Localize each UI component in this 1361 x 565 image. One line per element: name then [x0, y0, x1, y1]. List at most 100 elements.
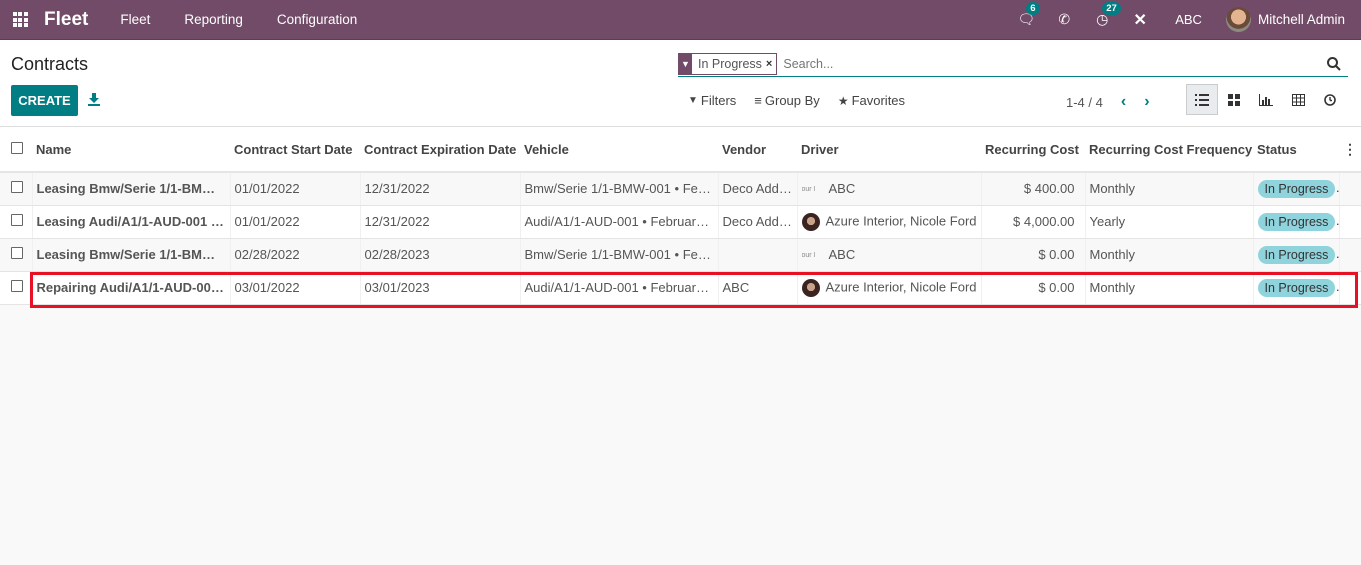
user-menu[interactable]: Mitchell Admin: [1225, 7, 1345, 32]
favorites-label: Favorites: [851, 93, 906, 108]
cell-driver[interactable]: our l ABC: [797, 172, 982, 206]
row-checkbox[interactable]: [11, 280, 23, 292]
apps-menu-button[interactable]: [0, 12, 38, 27]
cell-empty: [1339, 271, 1361, 305]
cell-recurring-cost[interactable]: $ 0.00: [981, 271, 1086, 305]
filters-button[interactable]: ▼ Filters: [688, 93, 736, 108]
kanban-icon: [1228, 93, 1240, 106]
column-name[interactable]: Name: [32, 127, 230, 173]
kanban-view-button[interactable]: [1218, 84, 1250, 115]
column-cost-frequency[interactable]: Recurring Cost Frequency: [1085, 127, 1253, 173]
cell-vehicle[interactable]: Audi/A1/1-AUD-001 • February ...: [520, 271, 719, 305]
driver-avatar: [801, 278, 820, 297]
column-expiration-label: Contract Expiration Date: [364, 141, 517, 157]
facet-remove-icon[interactable]: ×: [766, 58, 776, 70]
column-start-date[interactable]: Contract Start Date: [230, 127, 360, 173]
filter-facet[interactable]: ▼ In Progress ×: [678, 53, 778, 75]
tools-button[interactable]: ✕: [1126, 10, 1154, 30]
graph-view-button[interactable]: [1250, 84, 1282, 115]
select-all-checkbox[interactable]: [11, 141, 23, 154]
column-expiration-date[interactable]: Contract Expiration Date ▼: [360, 127, 520, 173]
cell-driver[interactable]: our l ABC: [797, 238, 982, 272]
table-row[interactable]: Repairing Audi/A1/1-AUD-001 ... 03/01/202…: [0, 271, 1361, 305]
search-input[interactable]: [783, 57, 1326, 71]
create-button[interactable]: CREATE: [11, 85, 78, 116]
search-bar: ▼ In Progress ×: [678, 52, 1348, 77]
cell-status[interactable]: In Progress .: [1253, 271, 1340, 305]
column-recurring-cost[interactable]: Recurring Cost: [981, 127, 1085, 173]
phone-button[interactable]: ✆: [1050, 11, 1078, 28]
cell-name[interactable]: Leasing Audi/A1/1-AUD-001 • ...: [32, 205, 231, 239]
messages-button[interactable]: 🗨 6: [1012, 2, 1040, 28]
cell-cost-frequency[interactable]: Monthly: [1085, 238, 1254, 272]
cell-vehicle[interactable]: Bmw/Serie 1/1-BMW-001 • Feb...: [520, 172, 719, 206]
cell-expiration-date[interactable]: 03/01/2023: [360, 271, 521, 305]
cell-status[interactable]: In Progress .: [1253, 205, 1340, 239]
filter-icon: ▼: [688, 95, 698, 106]
download-icon[interactable]: [87, 92, 101, 106]
activities-button[interactable]: ◷ 27: [1088, 2, 1121, 28]
cell-vehicle[interactable]: Bmw/Serie 1/1-BMW-001 • Feb...: [520, 238, 719, 272]
cell-expiration-date[interactable]: 12/31/2022: [360, 172, 521, 206]
column-status[interactable]: Status: [1253, 127, 1339, 173]
menu-reporting[interactable]: Reporting: [184, 12, 243, 27]
cell-cost-frequency[interactable]: Yearly: [1085, 205, 1254, 239]
cell-vehicle[interactable]: Audi/A1/1-AUD-001 • February ...: [520, 205, 719, 239]
cell-name[interactable]: Leasing Bmw/Serie 1/1-BMW-...: [32, 238, 231, 272]
row-checkbox[interactable]: [11, 247, 23, 259]
app-name[interactable]: Fleet: [44, 9, 88, 31]
cell-recurring-cost[interactable]: $ 4,000.00: [981, 205, 1086, 239]
cell-status[interactable]: In Progress .: [1253, 238, 1340, 272]
menu-fleet[interactable]: Fleet: [120, 12, 150, 27]
cell-recurring-cost[interactable]: $ 400.00: [981, 172, 1086, 206]
row-checkbox[interactable]: [11, 214, 23, 226]
cell-empty: [1339, 238, 1361, 272]
pager-value[interactable]: 1-4 / 4: [1066, 95, 1103, 110]
pager-previous-icon[interactable]: ‹: [1121, 93, 1126, 111]
activity-view-button[interactable]: [1314, 84, 1346, 115]
list-view-button[interactable]: [1186, 84, 1218, 115]
cell-start-date[interactable]: 01/01/2022: [230, 172, 361, 206]
cell-name[interactable]: Leasing Bmw/Serie 1/1-BMW-...: [32, 172, 231, 206]
cell-status[interactable]: In Progress .: [1253, 172, 1340, 206]
company-switcher[interactable]: ABC: [1175, 12, 1202, 27]
table-row[interactable]: Leasing Audi/A1/1-AUD-001 • ... 01/01/202…: [0, 205, 1361, 239]
cell-driver[interactable]: Azure Interior, Nicole Ford: [797, 271, 982, 305]
optional-columns-toggle[interactable]: ⋮: [1339, 127, 1361, 173]
favorites-button[interactable]: ★ Favorites: [838, 93, 905, 108]
cell-cost-frequency[interactable]: Monthly: [1085, 172, 1254, 206]
cell-recurring-cost[interactable]: $ 0.00: [981, 238, 1086, 272]
table-row[interactable]: Leasing Bmw/Serie 1/1-BMW-... 01/01/2022 1…: [0, 172, 1361, 206]
cell-cost-frequency[interactable]: Monthly: [1085, 271, 1254, 305]
filters-label: Filters: [700, 93, 737, 108]
driver-logo: our l: [801, 252, 816, 260]
pivot-view-button[interactable]: [1282, 84, 1314, 115]
column-vehicle[interactable]: Vehicle: [520, 127, 718, 173]
cell-start-date[interactable]: 01/01/2022: [230, 205, 361, 239]
column-vendor[interactable]: Vendor: [718, 127, 797, 173]
phone-icon: ✆: [1058, 11, 1071, 27]
table-icon: [1291, 93, 1305, 106]
grid-icon: [12, 12, 28, 27]
row-checkbox[interactable]: [11, 181, 23, 194]
cell-vendor[interactable]: [718, 238, 798, 272]
cell-driver[interactable]: Azure Interior, Nicole Ford: [797, 205, 982, 239]
status-badge: In Progress: [1257, 179, 1336, 198]
cell-expiration-date[interactable]: 02/28/2023: [360, 238, 521, 272]
column-driver[interactable]: Driver: [797, 127, 981, 173]
menu-configuration[interactable]: Configuration: [277, 12, 357, 27]
tools-icon: ✕: [1133, 11, 1147, 29]
table-row[interactable]: Leasing Bmw/Serie 1/1-BMW-... 02/28/2022 0…: [0, 238, 1361, 272]
cell-vendor[interactable]: ABC: [718, 271, 798, 305]
groupby-button[interactable]: ≡ Group By: [754, 93, 820, 108]
cell-expiration-date[interactable]: 12/31/2022: [360, 205, 521, 239]
pager-next-icon[interactable]: ›: [1144, 93, 1149, 111]
cell-start-date[interactable]: 03/01/2022: [230, 271, 361, 305]
cell-vendor[interactable]: Deco Addi...: [718, 205, 798, 239]
cell-empty: [1339, 172, 1361, 206]
cell-vendor[interactable]: Deco Addi...: [718, 172, 798, 206]
list-icon: [1195, 93, 1209, 106]
search-icon[interactable]: [1326, 56, 1342, 72]
cell-name[interactable]: Repairing Audi/A1/1-AUD-001 ...: [32, 271, 231, 305]
cell-start-date[interactable]: 02/28/2022: [230, 238, 361, 272]
